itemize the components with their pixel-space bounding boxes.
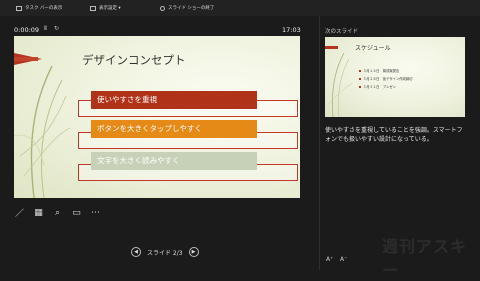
slide-title: デザインコンセプト xyxy=(82,53,186,67)
show-taskbar-label: タスク バーの表示 xyxy=(25,6,63,11)
thumb-title: スケジュール xyxy=(355,45,391,52)
next-slide-button[interactable]: ▶ xyxy=(188,247,199,257)
next-slide-label: 次のスライド xyxy=(325,29,359,35)
next-slide-thumbnail[interactable]: スケジュール ３月１４日 構成案提出 ３月２８日 仮デザイン作成締切 ３月３１日… xyxy=(325,37,465,117)
elapsed-timer: 0:00:09 xyxy=(14,26,40,34)
slide-tools: ／ ▦ ⌕ ▭ ⋯ xyxy=(14,207,101,220)
thumb-list: ３月１４日 構成案提出 ３月２８日 仮デザイン作成締切 ３月３１日 プレゼン xyxy=(359,68,412,92)
speaker-notes[interactable]: 使いやすさを重視していることを強調。スマートフォンでも扱いやすい設計になっている… xyxy=(325,126,463,144)
slide-counter[interactable]: スライド 2/3 xyxy=(147,248,183,257)
title-arrow-bar xyxy=(14,57,38,61)
bullet-item-1: 使いやすさを重視 xyxy=(91,91,257,109)
pause-timer-button[interactable]: Ⅱ xyxy=(44,25,47,32)
list-item: ３月１４日 構成案提出 xyxy=(359,68,412,73)
slide-navigation: ◀ スライド 2/3 ▶ xyxy=(131,247,199,257)
zoom-icon[interactable]: ⌕ xyxy=(52,207,63,218)
watermark-logo: 週刊アスキー xyxy=(382,237,468,280)
list-item: ３月２８日 仮デザイン作成締切 xyxy=(359,76,412,81)
screen-icon[interactable]: ▭ xyxy=(71,207,82,218)
increase-font-button[interactable]: A⁺ xyxy=(326,256,333,263)
display-settings-label: 表示設定 ▾ xyxy=(99,6,121,11)
previous-slide-button[interactable]: ◀ xyxy=(131,247,141,257)
taskbar-icon xyxy=(16,5,22,11)
decrease-font-button[interactable]: A⁻ xyxy=(340,256,347,263)
show-taskbar-button[interactable]: タスク バーの表示 xyxy=(16,4,62,12)
slides-grid-icon[interactable]: ▦ xyxy=(33,207,44,218)
display-icon xyxy=(90,5,96,11)
list-item: ３月３１日 プレゼン xyxy=(359,84,412,89)
display-settings-button[interactable]: 表示設定 ▾ xyxy=(90,4,121,12)
thumb-arrow-bar xyxy=(325,46,338,49)
end-slideshow-button[interactable]: スライド ショーの終了 xyxy=(160,4,214,12)
bullet-item-2: ボタンを大きくタップしやすく xyxy=(91,120,257,138)
more-icon[interactable]: ⋯ xyxy=(90,207,101,218)
bullet-item-3: 文字を大きく読みやすく xyxy=(91,152,257,170)
pen-icon[interactable]: ／ xyxy=(14,207,25,219)
end-slideshow-label: スライド ショーの終了 xyxy=(168,6,215,11)
end-show-icon xyxy=(160,5,165,11)
reset-timer-button[interactable]: ↻ xyxy=(54,25,59,32)
presenter-toolbar: タスク バーの表示 表示設定 ▾ スライド ショーの終了 xyxy=(0,0,480,16)
current-slide[interactable]: デザインコンセプト 使いやすさを重視 ボタンを大きくタップしやすく 文字を大きく… xyxy=(14,36,300,198)
pane-divider[interactable] xyxy=(319,16,320,270)
current-time: 17:03 xyxy=(282,26,301,34)
